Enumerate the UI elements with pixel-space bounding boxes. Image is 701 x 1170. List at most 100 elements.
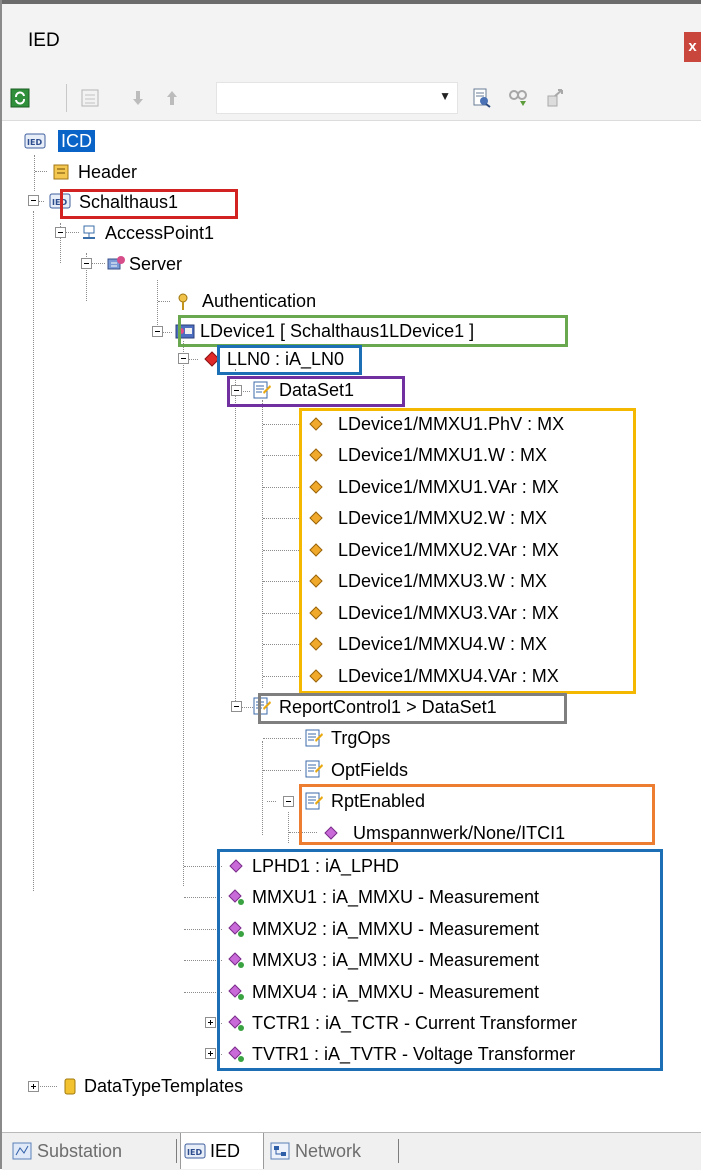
logical-node-icon [229,859,243,873]
measurement-ln-icon [228,952,244,968]
tree-node-reportcontrol1[interactable]: ReportControl1 > DataSet1 [279,696,497,718]
tab-network[interactable]: Network [268,1133,393,1169]
tree-node-datatypetemplates[interactable]: DataTypeTemplates [84,1075,243,1097]
tab-label: Network [295,1141,362,1161]
filter-combo[interactable]: ▼ [216,82,458,114]
tree-node-client[interactable]: Umspannwerk/None/ITCI1 [353,822,565,844]
expand-toggle[interactable] [205,1017,216,1028]
collapse-toggle[interactable] [231,701,242,712]
collapse-toggle[interactable] [28,195,39,206]
network-icon [270,1142,290,1160]
tab-substation[interactable]: Substation [10,1133,175,1169]
ldevice-icon [175,324,195,339]
tree-node-ln[interactable]: MMXU2 : iA_MMXU - Measurement [252,918,539,940]
toolbar: ▼ [2,74,701,121]
tab-separator [398,1139,399,1163]
report-control-icon [253,697,271,715]
trgops-icon [305,729,323,747]
rptenabled-icon [305,792,323,810]
collapse-toggle[interactable] [152,326,163,337]
export-icon[interactable] [546,88,566,108]
key-icon [178,293,188,310]
collapse-toggle[interactable] [283,796,294,807]
fcda-item[interactable]: LDevice1/MMXU3.VAr : MX [338,602,559,624]
toolbar-separator [66,84,67,112]
fcda-item[interactable]: LDevice1/MMXU4.VAr : MX [338,665,559,687]
access-point-icon [83,225,95,239]
fcda-icon [309,417,323,431]
database-icon [64,1078,76,1095]
tree-node-optfields[interactable]: OptFields [331,759,408,781]
tab-separator [176,1139,177,1163]
tree-node-ln[interactable]: LPHD1 : iA_LPHD [252,855,399,877]
tree-node-dataset1[interactable]: DataSet1 [279,379,354,401]
expand-toggle[interactable] [28,1081,39,1092]
tree-node-trgops[interactable]: TrgOps [331,727,390,749]
fcda-icon [309,574,323,588]
measurement-ln-icon [228,889,244,905]
fcda-item[interactable]: LDevice1/MMXU4.W : MX [338,633,547,655]
tree-node-authentication[interactable]: Authentication [202,290,316,312]
tree-node-ln[interactable]: TVTR1 : iA_TVTR - Voltage Transformer [252,1043,575,1065]
svg-text:IED: IED [52,198,67,207]
logical-node-icon [204,351,220,367]
move-down-icon[interactable] [128,88,148,108]
tree-node-schalthaus1[interactable]: Schalthaus1 [79,191,178,213]
close-button[interactable]: x [684,32,701,62]
fcda-item[interactable]: LDevice1/MMXU1.W : MX [338,444,547,466]
collapse-toggle[interactable] [231,385,242,396]
tab-label: IED [210,1141,241,1161]
title-bar: IED x [2,4,701,74]
tree-node-lln0[interactable]: LLN0 : iA_LN0 [227,348,344,370]
chevron-down-icon[interactable]: ▼ [439,89,451,103]
collapse-toggle[interactable] [178,353,189,364]
tab-label: Substation [37,1141,123,1161]
fcda-icon [309,543,323,557]
fcda-icon [309,511,323,525]
fcda-item[interactable]: LDevice1/MMXU2.VAr : MX [338,539,559,561]
tree-node-rptenabled[interactable]: RptEnabled [331,790,425,812]
tree-node-ldevice1[interactable]: LDevice1 [ Schalthaus1LDevice1 ] [200,320,474,342]
fcda-item[interactable]: LDevice1/MMXU3.W : MX [338,570,547,592]
tree-node-accesspoint1[interactable]: AccessPoint1 [105,222,214,244]
dataset-icon [253,381,271,399]
ied-icon: IED [49,193,71,209]
client-ln-icon [324,826,338,840]
tab-strip: Substation IED IED Network [2,1132,701,1170]
fcda-icon [309,669,323,683]
replace-icon[interactable] [508,88,528,108]
header-icon [53,164,69,180]
tree-node-ln[interactable]: MMXU4 : iA_MMXU - Measurement [252,981,539,1003]
collapse-toggle[interactable] [81,258,92,269]
measurement-ln-icon [228,921,244,937]
tree-node-header[interactable]: Header [78,161,137,183]
collapse-toggle[interactable] [55,227,66,238]
ied-tree: IED ICD Header IED Schalthaus1 AccessPoi… [2,121,701,1132]
server-icon [107,256,125,270]
move-up-icon[interactable] [162,88,182,108]
fcda-item[interactable]: LDevice1/MMXU1.PhV : MX [338,413,564,435]
transformer-ln-icon [228,1046,244,1062]
refresh-icon[interactable] [10,88,30,108]
tree-node-server[interactable]: Server [129,253,182,275]
fcda-item[interactable]: LDevice1/MMXU1.VAr : MX [338,476,559,498]
ied-icon: IED [184,1143,206,1159]
svg-text:IED: IED [27,138,42,147]
fcda-icon [309,606,323,620]
tree-node-icd[interactable]: ICD [58,130,95,152]
fcda-icon [309,448,323,462]
substation-icon [12,1142,32,1160]
transformer-ln-icon [228,1015,244,1031]
tree-node-ln[interactable]: MMXU1 : iA_MMXU - Measurement [252,886,539,908]
find-icon[interactable] [472,88,492,108]
tree-node-ln[interactable]: MMXU3 : iA_MMXU - Measurement [252,949,539,971]
fcda-item[interactable]: LDevice1/MMXU2.W : MX [338,507,547,529]
expand-toggle[interactable] [205,1048,216,1059]
fcda-icon [309,480,323,494]
svg-text:IED: IED [187,1148,202,1157]
view-icon[interactable] [80,88,100,108]
optfields-icon [305,760,323,778]
ied-icon: IED [24,133,46,149]
tree-node-ln[interactable]: TCTR1 : iA_TCTR - Current Transformer [252,1012,577,1034]
tab-ied[interactable]: IED IED [180,1133,264,1169]
